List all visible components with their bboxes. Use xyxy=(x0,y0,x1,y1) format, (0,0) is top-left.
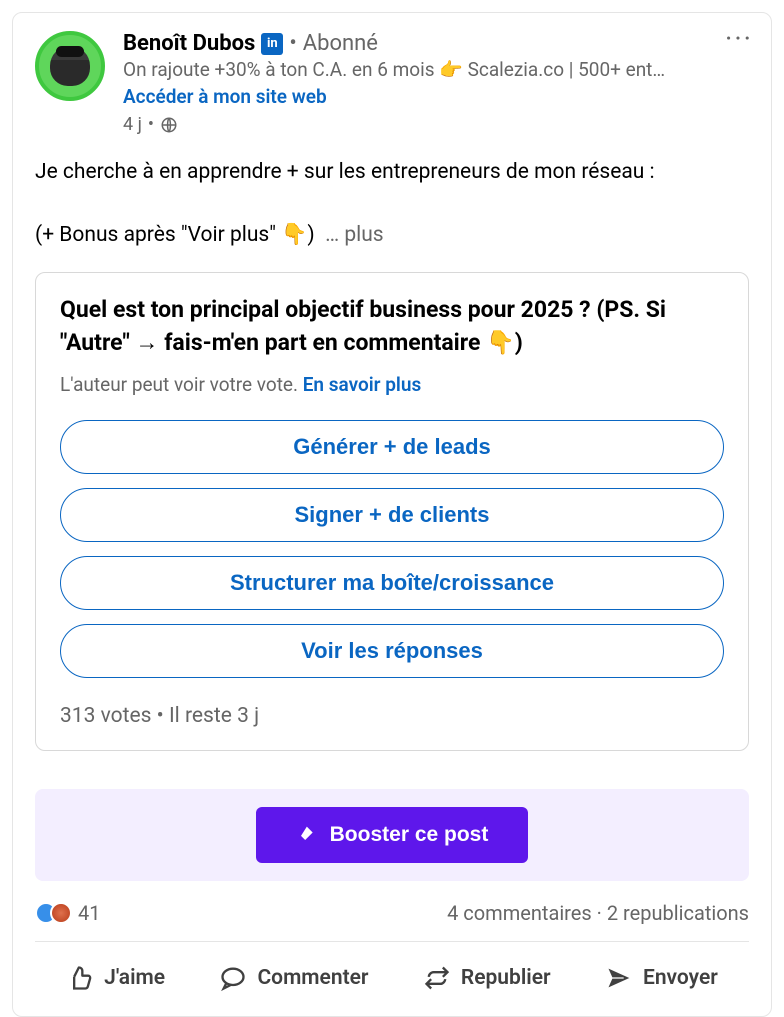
poll-stats: 313 votes • Il reste 3 j xyxy=(60,704,724,728)
send-label: Envoyer xyxy=(643,966,718,990)
comment-label: Commenter xyxy=(257,966,368,990)
globe-icon xyxy=(160,116,178,134)
separator: • xyxy=(148,114,154,135)
poll-note-text: L'auteur peut voir votre vote. xyxy=(60,373,303,396)
repost-icon xyxy=(423,964,451,992)
header-info: Benoît Dubos in • Abonné On rajoute +30%… xyxy=(123,31,749,135)
poll-option[interactable]: Générer + de leads xyxy=(60,420,724,474)
boost-container: Booster ce post xyxy=(35,789,749,881)
like-button[interactable]: J'aime xyxy=(54,956,177,1000)
poll-options: Générer + de leads Signer + de clients S… xyxy=(60,420,724,678)
reactions-count: 41 xyxy=(78,901,100,925)
separator: · xyxy=(592,901,607,925)
reactions-summary[interactable]: 41 xyxy=(35,901,100,925)
poll-option[interactable]: Signer + de clients xyxy=(60,488,724,542)
repost-label: Republier xyxy=(461,966,551,990)
poll-question: Quel est ton principal objectif business… xyxy=(60,293,724,360)
post-timestamp: 4 j xyxy=(123,114,142,135)
poll-option[interactable]: Structurer ma boîte/croissance xyxy=(60,556,724,610)
poll-card: Quel est ton principal objectif business… xyxy=(35,272,749,752)
post-text-line: Je cherche à en apprendre + sur les entr… xyxy=(35,157,749,189)
author-website-link[interactable]: Accéder à mon site web xyxy=(123,85,749,108)
see-more-button[interactable]: … plus xyxy=(325,223,384,247)
comment-icon xyxy=(219,964,247,992)
author-name[interactable]: Benoît Dubos xyxy=(123,31,255,56)
comments-count-link[interactable]: 4 commentaires xyxy=(447,901,592,925)
rocket-icon xyxy=(296,825,316,845)
poll-learn-more-link[interactable]: En savoir plus xyxy=(303,373,422,396)
post-text-line: (+ Bonus après "Voir plus" 👇) xyxy=(35,223,315,247)
author-avatar[interactable] xyxy=(35,31,105,101)
like-label: J'aime xyxy=(104,966,165,990)
separator: • xyxy=(289,31,296,56)
post-header: Benoît Dubos in • Abonné On rajoute +30%… xyxy=(35,31,749,135)
send-button[interactable]: Envoyer xyxy=(593,956,730,1000)
boost-label: Booster ce post xyxy=(330,823,489,847)
comment-button[interactable]: Commenter xyxy=(207,956,380,1000)
heart-reaction-icon xyxy=(50,902,72,924)
repost-button[interactable]: Republier xyxy=(411,956,563,1000)
reactions-row: 41 4 commentaires · 2 republications xyxy=(35,901,749,925)
send-icon xyxy=(605,964,633,992)
follower-status: Abonné xyxy=(303,31,378,56)
post-card: Benoît Dubos in • Abonné On rajoute +30%… xyxy=(12,12,772,1017)
post-meta: 4 j • xyxy=(123,114,749,135)
actions-row: J'aime Commenter Republier Envoyer xyxy=(35,942,749,1006)
more-options-button[interactable]: ··· xyxy=(725,25,753,53)
reposts-count-link[interactable]: 2 republications xyxy=(607,901,749,925)
comments-reposts: 4 commentaires · 2 republications xyxy=(447,901,749,925)
poll-privacy-note: L'auteur peut voir votre vote. En savoir… xyxy=(60,373,724,396)
post-body: Je cherche à en apprendre + sur les entr… xyxy=(35,157,749,252)
linkedin-badge-icon: in xyxy=(261,33,283,55)
boost-post-button[interactable]: Booster ce post xyxy=(256,807,529,863)
reaction-icons xyxy=(35,902,72,924)
poll-option[interactable]: Voir les réponses xyxy=(60,624,724,678)
thumbs-up-icon xyxy=(66,964,94,992)
author-headline: On rajoute +30% à ton C.A. en 6 mois 👉 S… xyxy=(123,58,749,81)
name-line: Benoît Dubos in • Abonné xyxy=(123,31,749,56)
